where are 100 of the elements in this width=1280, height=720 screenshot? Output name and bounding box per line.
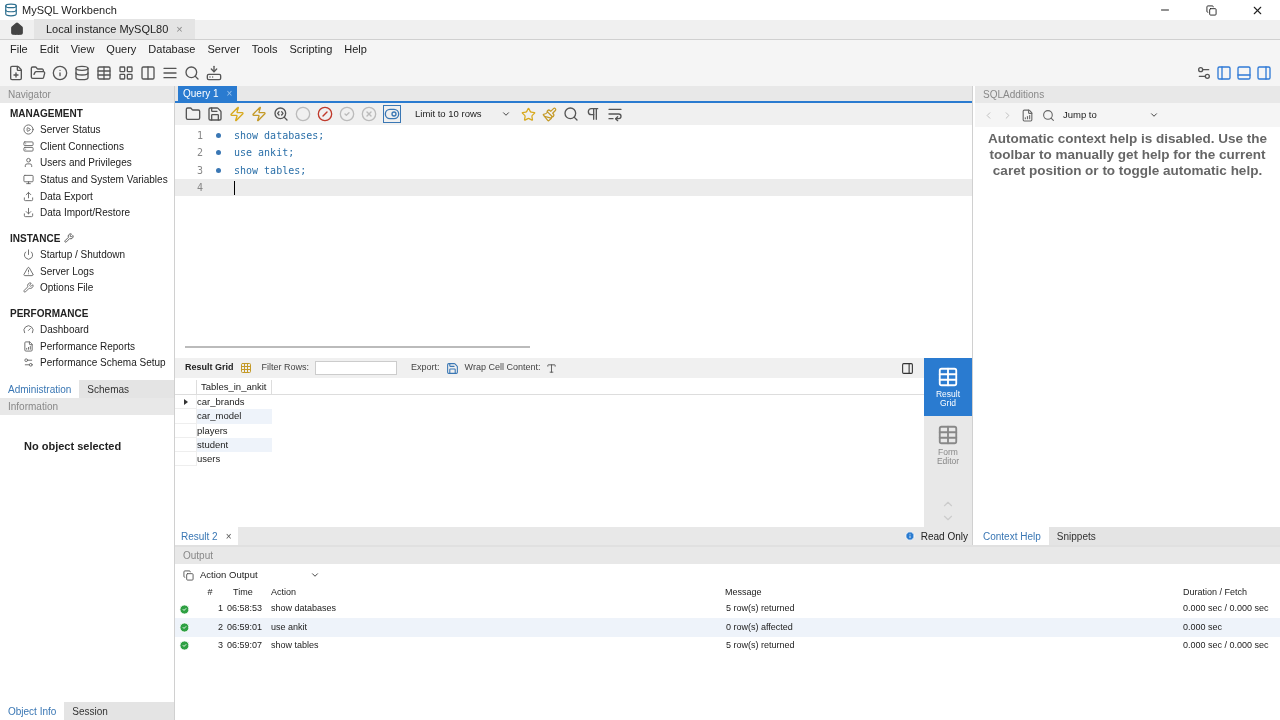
database-icon[interactable]	[74, 64, 90, 81]
table-cell-text: car_brands	[197, 395, 246, 409]
output-row[interactable]: 1 06:58:53 show databases 5 row(s) returned 0.000 sec / 0.000 sec	[175, 600, 1280, 619]
navigator-item[interactable]: Data Import/Restore	[0, 204, 174, 222]
menu-item[interactable]: File	[4, 41, 34, 58]
search-icon[interactable]	[184, 64, 200, 81]
panel-tab[interactable]: Administration	[0, 380, 80, 399]
search-icon[interactable]	[563, 106, 579, 122]
folder-icon[interactable]	[185, 106, 201, 122]
reconnect-icon[interactable]	[206, 64, 222, 81]
navigator-item[interactable]: Client Connections	[0, 137, 174, 155]
autocommit-icon[interactable]	[383, 105, 401, 123]
menu-item[interactable]: Query	[100, 41, 143, 58]
column-header[interactable]: Duration / Fetch	[1179, 586, 1280, 600]
warning-icon	[23, 265, 34, 277]
column-header[interactable]: Action	[269, 586, 724, 600]
menu-item[interactable]: Scripting	[283, 41, 339, 58]
table-cell-text: 5 row(s) returned	[726, 602, 796, 616]
output-row[interactable]: 3 06:59:07 show tables 5 row(s) returned 0.000 sec / 0.000 sec	[175, 636, 1280, 655]
export-icon[interactable]	[445, 361, 459, 375]
menu-item[interactable]: Help	[338, 41, 373, 58]
grid-icon[interactable]	[118, 64, 134, 81]
column-header[interactable]: Tables_in_ankit	[197, 380, 272, 394]
navigator-item[interactable]: Users and Privileges	[0, 154, 174, 172]
column-header[interactable]: #	[193, 586, 227, 600]
info-icon	[904, 531, 915, 541]
section-title: INSTANCE	[10, 231, 61, 246]
star-icon[interactable]	[521, 106, 536, 122]
table-cell-text: show databases	[270, 602, 338, 616]
table-cell: student	[197, 437, 272, 453]
connection-tab[interactable]: Local instance MySQL80 ×	[34, 19, 195, 39]
table-cell-text: use ankit	[270, 620, 309, 634]
navigator-item[interactable]: Server Status	[0, 121, 174, 138]
tab-label: Result 2	[181, 529, 218, 544]
output-type-select[interactable]: Action Output	[200, 567, 320, 583]
panel-tab[interactable]: Snippets	[1048, 527, 1104, 545]
sidebar-toggle-icon[interactable]	[1216, 64, 1232, 81]
menu-item[interactable]: Edit	[33, 41, 65, 58]
result-tab[interactable]: Result 2 ×	[175, 527, 238, 545]
wrap-icon[interactable]	[607, 106, 623, 122]
filter-field[interactable]	[315, 361, 398, 375]
export-label: Export:	[411, 361, 440, 375]
table-cell-text: 0.000 sec / 0.000 sec	[1183, 602, 1270, 616]
panel-tab[interactable]: Schemas	[79, 380, 138, 399]
horizontal-scrollbar[interactable]	[185, 346, 530, 348]
information-header: Information	[0, 398, 174, 416]
row-header[interactable]	[175, 395, 197, 410]
line-number: 2	[195, 146, 203, 161]
navigator-item[interactable]: Dashboard	[0, 321, 174, 338]
save-icon[interactable]	[207, 106, 223, 122]
beautify-icon[interactable]	[542, 106, 557, 122]
wrap-cell-icon[interactable]	[546, 362, 558, 374]
navigator-item[interactable]: Server Logs	[0, 262, 174, 280]
code-text: show tables;	[234, 163, 307, 178]
document-icon[interactable]	[1021, 108, 1034, 122]
navigator-item[interactable]: Data Export	[0, 187, 174, 205]
tab-close-button[interactable]: ×	[225, 528, 232, 544]
restore-icon	[1205, 4, 1217, 16]
panel-tab[interactable]: Object Info	[0, 702, 65, 720]
success-icon	[178, 603, 190, 615]
download-icon	[23, 207, 34, 219]
section-title: PERFORMANCE	[10, 306, 89, 321]
settings-icon[interactable]	[1196, 64, 1212, 81]
search-icon[interactable]	[1042, 108, 1055, 122]
invisible-chars-icon[interactable]	[585, 106, 601, 122]
column-header[interactable]: Time	[227, 586, 269, 600]
output-row[interactable]: 2 06:59:01 use ankit 0 row(s) affected 0.000 sec	[175, 618, 1280, 637]
sql-additions-header: SQLAdditions	[975, 86, 1280, 103]
new-sql-tab-icon[interactable]	[8, 64, 24, 81]
open-sql-icon[interactable]	[30, 64, 46, 81]
result-view-button[interactable]: Result Grid	[924, 358, 972, 416]
info-icon[interactable]	[52, 64, 68, 81]
explain-icon[interactable]	[273, 106, 289, 122]
right-panel-toggle-icon[interactable]	[1256, 64, 1272, 81]
limit-select[interactable]: Limit to 10 rows	[411, 106, 515, 122]
navigator-item[interactable]: Startup / Shutdown	[0, 246, 174, 263]
table-cell-text: players	[197, 423, 229, 438]
menu-item[interactable]: Server	[201, 41, 246, 58]
table-cell-text: 2	[217, 620, 223, 634]
columns-icon[interactable]	[140, 64, 156, 81]
navigator-item[interactable]: Options File	[0, 279, 174, 297]
panel-toggle-icon[interactable]	[901, 361, 914, 375]
copy-icon[interactable]	[183, 569, 194, 581]
query-tab[interactable]: Query 1 ×	[178, 86, 238, 101]
menu-item[interactable]: Tools	[245, 41, 284, 58]
info-message: No object selected	[24, 440, 122, 453]
menu-item[interactable]: View	[64, 41, 101, 58]
bottom-panel-toggle-icon[interactable]	[1236, 64, 1252, 81]
menu-item[interactable]: Database	[142, 41, 202, 58]
column-header[interactable]: Message	[724, 586, 1179, 600]
table-icon[interactable]	[96, 64, 112, 81]
navigator-item[interactable]: Status and System Variables	[0, 171, 174, 188]
panel-tab[interactable]: Context Help	[975, 527, 1049, 545]
toggle-error-icon[interactable]	[317, 106, 333, 122]
execute-current-icon[interactable]	[251, 106, 267, 122]
caret-icon	[501, 109, 511, 119]
navigator-item[interactable]: Performance Reports	[0, 337, 174, 355]
monitor-icon	[23, 173, 34, 185]
navigator-item[interactable]: Performance Schema Setup	[0, 354, 174, 372]
panel-tab[interactable]: Session	[64, 702, 116, 720]
